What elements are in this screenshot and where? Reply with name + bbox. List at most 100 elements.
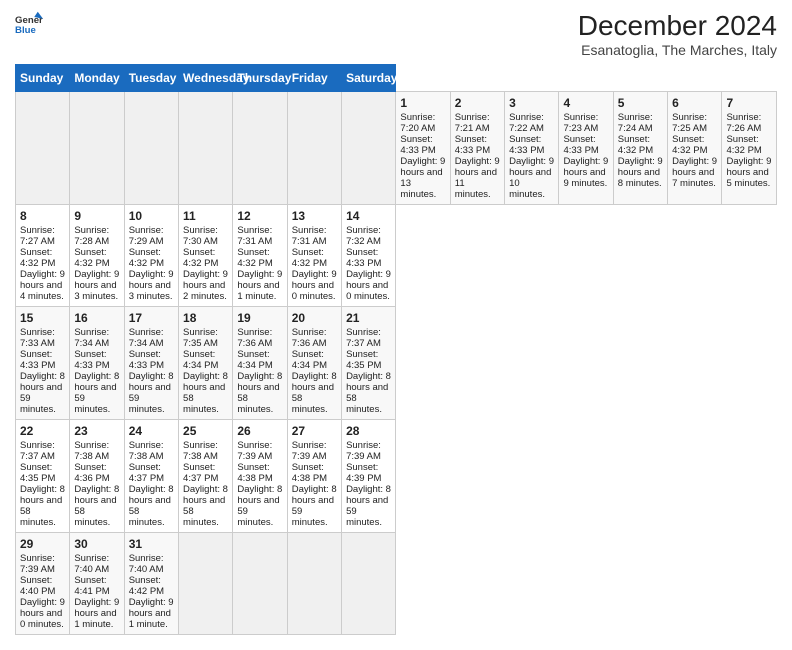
sunset-text: Sunset: 4:32 PM	[292, 247, 327, 269]
sunrise-text: Sunrise: 7:36 AM	[237, 327, 272, 349]
daylight-text: Daylight: 9 hours and 9 minutes.	[563, 156, 608, 189]
day-number: 27	[292, 424, 337, 438]
daylight-text: Daylight: 8 hours and 59 minutes.	[74, 371, 119, 415]
day-number: 9	[74, 209, 119, 223]
calendar-cell: 3Sunrise: 7:22 AMSunset: 4:33 PMDaylight…	[505, 92, 559, 205]
daylight-text: Daylight: 9 hours and 0 minutes.	[346, 269, 391, 302]
calendar-body: 1Sunrise: 7:20 AMSunset: 4:33 PMDaylight…	[16, 92, 777, 635]
daylight-text: Daylight: 9 hours and 3 minutes.	[74, 269, 119, 302]
sunrise-text: Sunrise: 7:39 AM	[346, 440, 381, 462]
calendar-table: SundayMondayTuesdayWednesdayThursdayFrid…	[15, 64, 777, 635]
header: General Blue December 2024 Esanatoglia, …	[15, 10, 777, 58]
sunrise-text: Sunrise: 7:37 AM	[20, 440, 55, 462]
sunrise-text: Sunrise: 7:38 AM	[129, 440, 164, 462]
calendar-cell: 26Sunrise: 7:39 AMSunset: 4:38 PMDayligh…	[233, 420, 287, 533]
sunset-text: Sunset: 4:34 PM	[183, 349, 218, 371]
daylight-text: Daylight: 9 hours and 1 minute.	[74, 597, 119, 630]
sunset-text: Sunset: 4:32 PM	[74, 247, 109, 269]
calendar-cell	[287, 92, 341, 205]
calendar-cell: 4Sunrise: 7:23 AMSunset: 4:33 PMDaylight…	[559, 92, 613, 205]
sunrise-text: Sunrise: 7:39 AM	[292, 440, 327, 462]
daylight-text: Daylight: 9 hours and 13 minutes.	[400, 156, 445, 200]
sunset-text: Sunset: 4:33 PM	[74, 349, 109, 371]
day-number: 15	[20, 311, 65, 325]
calendar-cell: 12Sunrise: 7:31 AMSunset: 4:32 PMDayligh…	[233, 205, 287, 307]
calendar-cell: 9Sunrise: 7:28 AMSunset: 4:32 PMDaylight…	[70, 205, 124, 307]
day-number: 30	[74, 537, 119, 551]
daylight-text: Daylight: 9 hours and 1 minute.	[237, 269, 282, 302]
calendar-cell	[342, 533, 396, 635]
calendar-week-row: 8Sunrise: 7:27 AMSunset: 4:32 PMDaylight…	[16, 205, 777, 307]
day-number: 8	[20, 209, 65, 223]
day-number: 10	[129, 209, 174, 223]
daylight-text: Daylight: 9 hours and 4 minutes.	[20, 269, 65, 302]
calendar-cell: 13 Sunrise: 7:31 AMSunset: 4:32 PMDayligh…	[287, 205, 341, 307]
calendar-cell	[233, 533, 287, 635]
day-number: 17	[129, 311, 174, 325]
calendar-cell: 28Sunrise: 7:39 AMSunset: 4:39 PMDayligh…	[342, 420, 396, 533]
calendar-cell: 29Sunrise: 7:39 AMSunset: 4:40 PMDayligh…	[16, 533, 70, 635]
day-number: 4	[563, 96, 608, 110]
calendar-cell: 20Sunrise: 7:36 AMSunset: 4:34 PMDayligh…	[287, 307, 341, 420]
calendar-cell	[124, 92, 178, 205]
day-number: 5	[618, 96, 663, 110]
calendar-cell: 15Sunrise: 7:33 AMSunset: 4:33 PMDayligh…	[16, 307, 70, 420]
sunrise-text: Sunrise: 7:36 AM	[292, 327, 327, 349]
day-number: 20	[292, 311, 337, 325]
sunrise-text: Sunrise: 7:39 AM	[20, 553, 55, 575]
daylight-text: Daylight: 9 hours and 0 minutes.	[292, 269, 337, 302]
sunrise-text: Sunrise: 7:31 AM	[292, 225, 327, 247]
daylight-text: Daylight: 9 hours and 0 minutes.	[20, 597, 65, 630]
day-number: 6	[672, 96, 717, 110]
sunset-text: Sunset: 4:33 PM	[455, 134, 490, 156]
daylight-text: Daylight: 9 hours and 5 minutes.	[726, 156, 771, 189]
day-of-week-header: Thursday	[233, 65, 287, 92]
calendar-cell: 23Sunrise: 7:38 AMSunset: 4:36 PMDayligh…	[70, 420, 124, 533]
daylight-text: Daylight: 8 hours and 58 minutes.	[292, 371, 337, 415]
day-number: 22	[20, 424, 65, 438]
sunset-text: Sunset: 4:32 PM	[726, 134, 761, 156]
calendar-cell: 8Sunrise: 7:27 AMSunset: 4:32 PMDaylight…	[16, 205, 70, 307]
calendar-week-row: 29Sunrise: 7:39 AMSunset: 4:40 PMDayligh…	[16, 533, 777, 635]
sunset-text: Sunset: 4:33 PM	[20, 349, 55, 371]
sunrise-text: Sunrise: 7:29 AM	[129, 225, 164, 247]
main-title: December 2024	[578, 10, 777, 42]
logo-icon: General Blue	[15, 10, 43, 38]
day-number: 14	[346, 209, 391, 223]
sunset-text: Sunset: 4:32 PM	[129, 247, 164, 269]
calendar-cell	[16, 92, 70, 205]
daylight-text: Daylight: 9 hours and 2 minutes.	[183, 269, 228, 302]
sunset-text: Sunset: 4:33 PM	[563, 134, 598, 156]
calendar-week-row: 15Sunrise: 7:33 AMSunset: 4:33 PMDayligh…	[16, 307, 777, 420]
day-number: 26	[237, 424, 282, 438]
sunset-text: Sunset: 4:33 PM	[346, 247, 381, 269]
day-number: 11	[183, 209, 228, 223]
sunrise-text: Sunrise: 7:20 AM	[400, 112, 435, 134]
day-number: 29	[20, 537, 65, 551]
calendar-cell: 11Sunrise: 7:30 AMSunset: 4:32 PMDayligh…	[179, 205, 233, 307]
sunset-text: Sunset: 4:35 PM	[20, 462, 55, 484]
daylight-text: Daylight: 8 hours and 58 minutes.	[74, 484, 119, 528]
calendar-cell: 27Sunrise: 7:39 AMSunset: 4:38 PMDayligh…	[287, 420, 341, 533]
subtitle: Esanatoglia, The Marches, Italy	[578, 42, 777, 58]
sunset-text: Sunset: 4:34 PM	[237, 349, 272, 371]
sunset-text: Sunset: 4:35 PM	[346, 349, 381, 371]
sunset-text: Sunset: 4:36 PM	[74, 462, 109, 484]
daylight-text: Daylight: 9 hours and 3 minutes.	[129, 269, 174, 302]
sunrise-text: Sunrise: 7:35 AM	[183, 327, 218, 349]
daylight-text: Daylight: 8 hours and 59 minutes.	[129, 371, 174, 415]
sunrise-text: Sunrise: 7:24 AM	[618, 112, 653, 134]
calendar-cell: 5Sunrise: 7:24 AMSunset: 4:32 PMDaylight…	[613, 92, 667, 205]
sunset-text: Sunset: 4:32 PM	[672, 134, 707, 156]
day-number: 1	[400, 96, 445, 110]
day-number: 13	[292, 209, 337, 223]
calendar-cell: 1Sunrise: 7:20 AMSunset: 4:33 PMDaylight…	[396, 92, 450, 205]
sunset-text: Sunset: 4:39 PM	[346, 462, 381, 484]
calendar-cell	[287, 533, 341, 635]
day-number: 28	[346, 424, 391, 438]
daylight-text: Daylight: 9 hours and 11 minutes.	[455, 156, 500, 200]
daylight-text: Daylight: 8 hours and 58 minutes.	[183, 484, 228, 528]
daylight-text: Daylight: 9 hours and 7 minutes.	[672, 156, 717, 189]
daylight-text: Daylight: 8 hours and 58 minutes.	[20, 484, 65, 528]
sunset-text: Sunset: 4:42 PM	[129, 575, 164, 597]
